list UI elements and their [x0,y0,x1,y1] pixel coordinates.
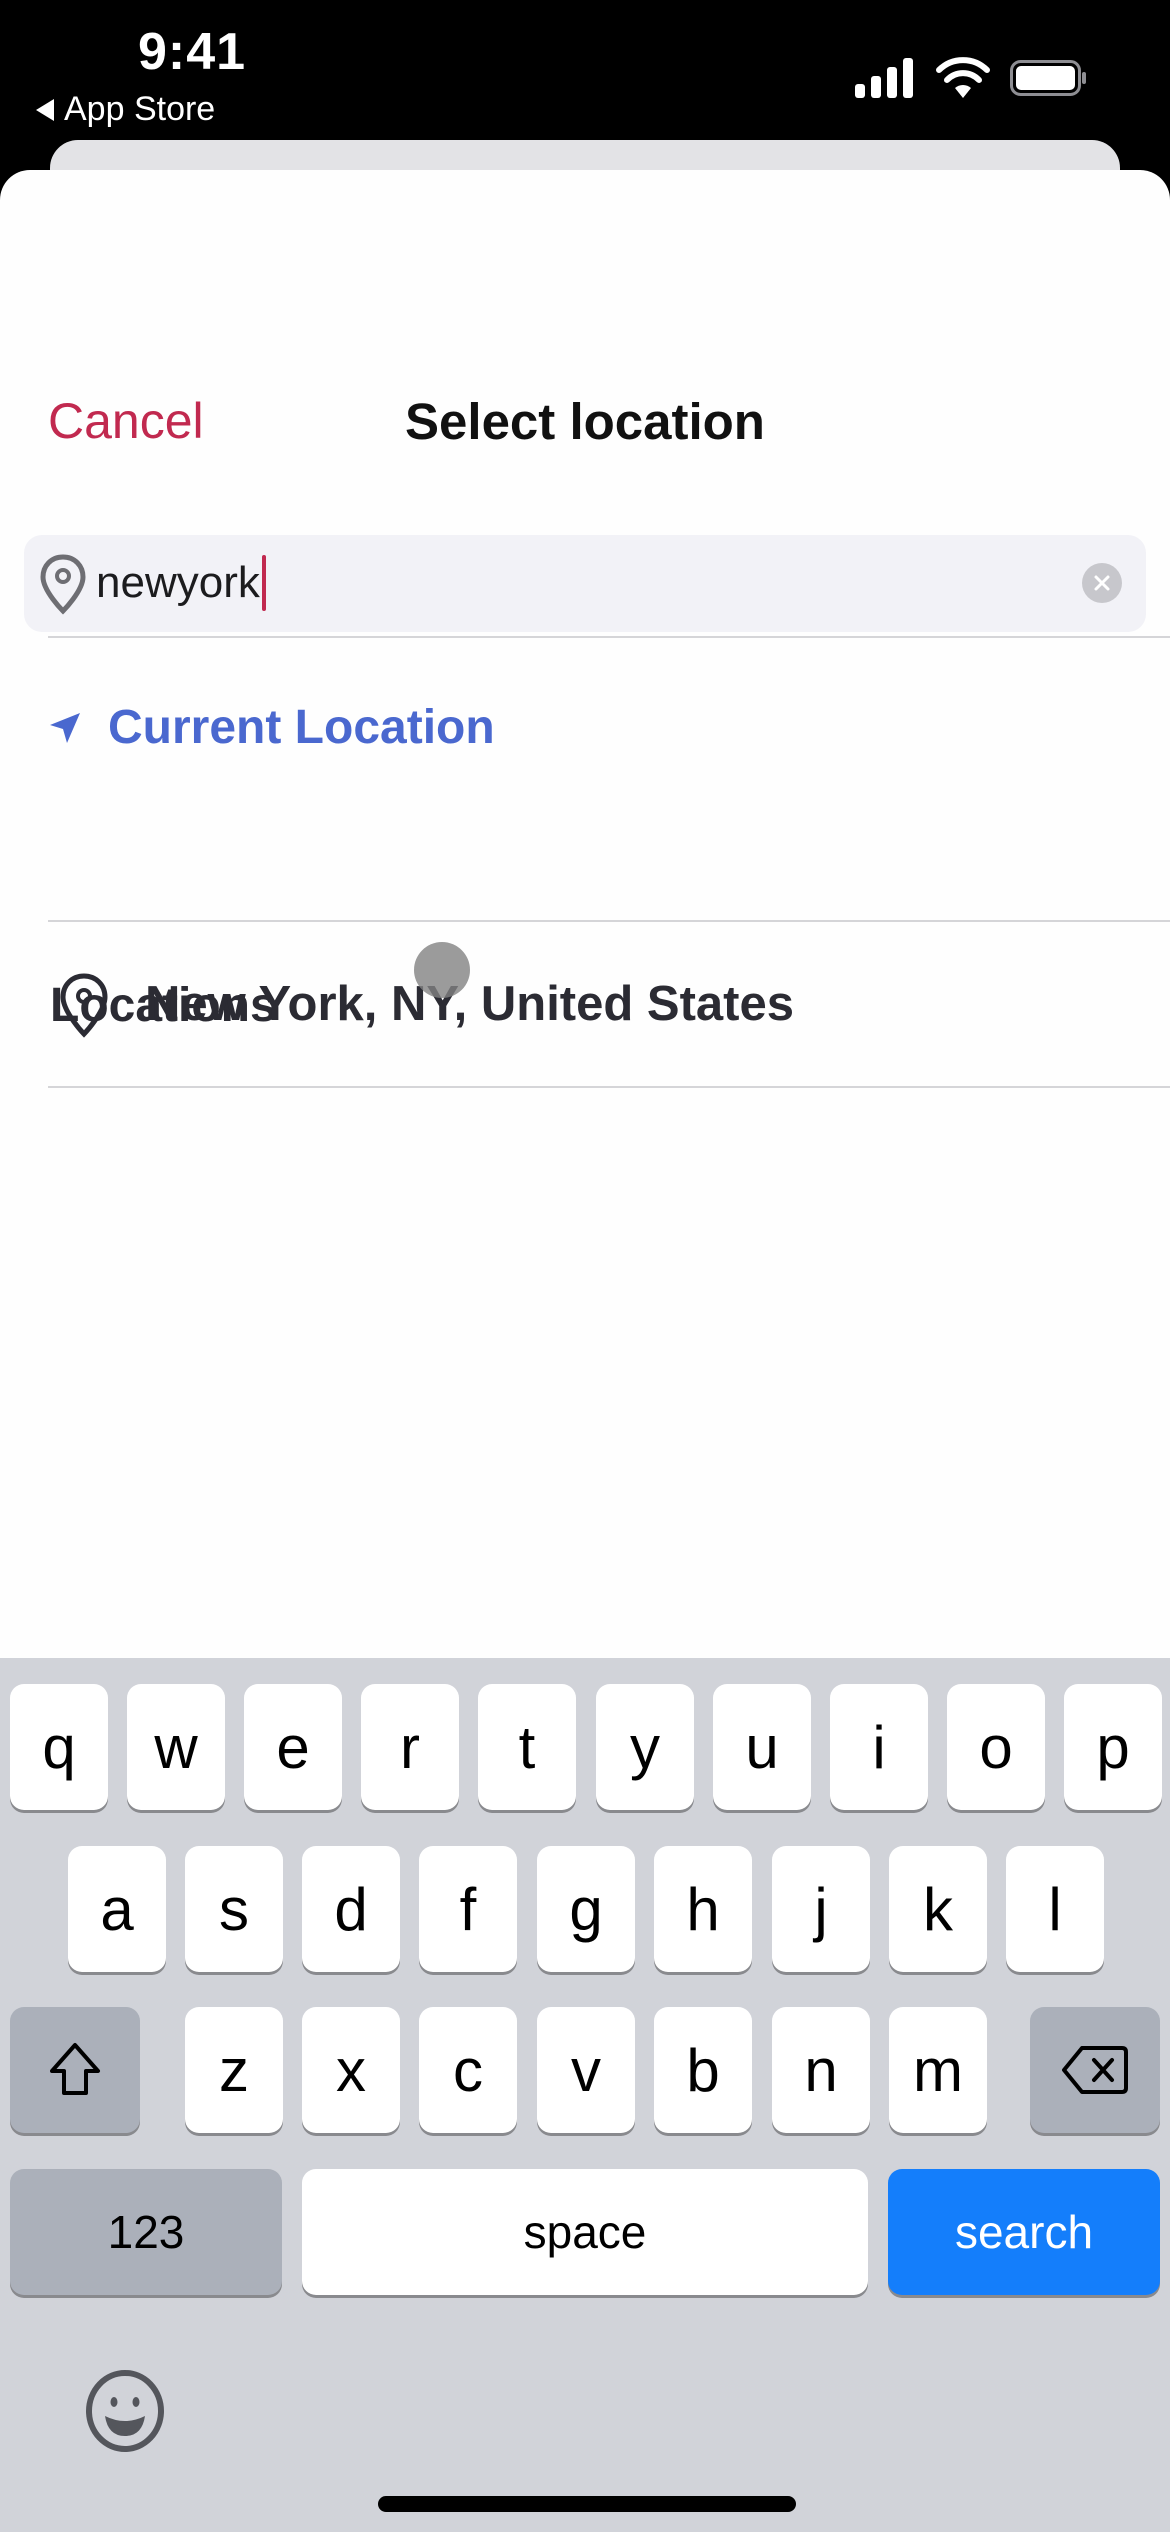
shift-icon [50,2043,100,2095]
key-i[interactable]: i [830,1684,928,1810]
back-arrow-icon [36,98,54,121]
keyboard: q w e r t y u i o p a s d f g h j k l z … [0,1658,1170,2532]
key-a[interactable]: a [68,1846,166,1972]
key-h[interactable]: h [654,1846,752,1972]
map-pin-icon [60,973,108,1038]
key-v[interactable]: v [537,2007,635,2133]
key-r[interactable]: r [361,1684,459,1810]
key-d[interactable]: d [302,1846,400,1972]
location-search-field[interactable]: newyork [24,535,1146,632]
key-m[interactable]: m [889,2007,987,2133]
current-location-label: Current Location [108,701,495,754]
home-indicator[interactable] [378,2496,796,2512]
key-s[interactable]: s [185,1846,283,1972]
key-w[interactable]: w [127,1684,225,1810]
key-q[interactable]: q [10,1684,108,1810]
key-e[interactable]: e [244,1684,342,1810]
location-list-item[interactable]: New York, NY, United States [0,922,1170,1086]
page-title: Select location [405,393,765,450]
divider [48,636,1170,638]
location-label: New York, NY, United States [145,977,794,1031]
key-z[interactable]: z [185,2007,283,2133]
shift-key[interactable] [10,2007,140,2133]
divider [48,1086,1170,1088]
status-time: 9:41 [138,23,247,81]
touch-indicator [414,942,470,998]
back-app-label: App Store [64,90,216,128]
space-key[interactable]: space [302,2169,868,2295]
key-k[interactable]: k [889,1846,987,1972]
key-n[interactable]: n [772,2007,870,2133]
key-x[interactable]: x [302,2007,400,2133]
key-g[interactable]: g [537,1846,635,1972]
key-p[interactable]: p [1064,1684,1162,1810]
battery-icon [1010,60,1086,96]
search-key[interactable]: search [888,2169,1160,2295]
backspace-icon [1062,2046,1128,2094]
key-l[interactable]: l [1006,1846,1104,1972]
search-input-value: newyork [96,558,260,607]
key-u[interactable]: u [713,1684,811,1810]
current-location-button[interactable]: Current Location [48,700,495,755]
cellular-signal-icon [855,58,913,98]
key-f[interactable]: f [419,1846,517,1972]
key-t[interactable]: t [478,1684,576,1810]
key-b[interactable]: b [654,2007,752,2133]
clear-icon[interactable] [1082,563,1122,603]
delete-key[interactable] [1030,2007,1160,2133]
key-y[interactable]: y [596,1684,694,1810]
wifi-icon [936,57,990,98]
text-cursor [261,555,266,611]
search-input[interactable]: newyork [96,555,266,611]
map-pin-icon [40,554,86,615]
key-j[interactable]: j [772,1846,870,1972]
emoji-icon[interactable] [84,2370,166,2452]
key-c[interactable]: c [419,2007,517,2133]
clear-x-glyph [1094,575,1110,591]
key-o[interactable]: o [947,1684,1045,1810]
numbers-key[interactable]: 123 [10,2169,282,2295]
back-to-app-store[interactable]: App Store [36,90,215,129]
location-arrow-icon [50,712,80,743]
select-location-sheet: Cancel Select location newyork Current L… [0,170,1170,1658]
